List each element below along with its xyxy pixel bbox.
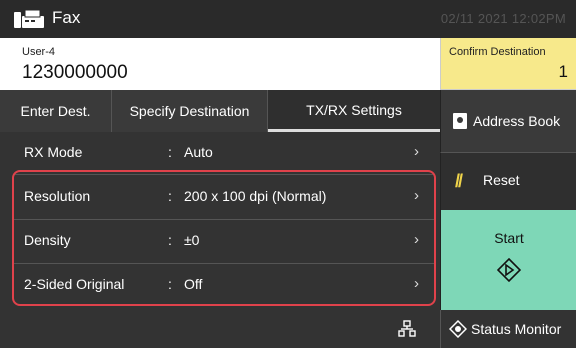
chevron-right-icon: ›: [414, 143, 419, 160]
status-monitor-button[interactable]: Status Monitor: [440, 310, 576, 348]
tab-specify-destination[interactable]: Specify Destination: [112, 90, 268, 132]
fax-icon: [14, 9, 44, 28]
start-button[interactable]: Start: [440, 210, 576, 310]
confirm-destination-label: Confirm Destination: [449, 46, 546, 58]
address-book-icon: [453, 113, 467, 129]
setting-label: RX Mode: [24, 144, 83, 160]
address-book-label: Address Book: [473, 113, 561, 129]
tab-enter-dest[interactable]: Enter Dest.: [0, 90, 112, 132]
datetime: 02/11 2021 12:02PM: [440, 11, 566, 26]
start-label: Start: [494, 230, 524, 246]
network-icon: [398, 320, 416, 337]
start-icon: [497, 258, 521, 282]
status-monitor-label: Status Monitor: [471, 321, 562, 337]
fax-number: 1230000000: [22, 62, 128, 83]
highlight-frame: [12, 170, 436, 306]
destination-count: 1: [558, 62, 568, 81]
user-label: User-4: [22, 46, 56, 58]
app-title: Fax: [52, 8, 81, 27]
reset-button[interactable]: // Reset: [440, 152, 576, 210]
address-book-button[interactable]: Address Book: [440, 90, 576, 152]
bottom-bar: Status Monitor: [0, 310, 576, 348]
tab-txrx-settings[interactable]: TX/RX Settings: [268, 90, 440, 132]
setting-value: Auto: [184, 144, 213, 160]
destination-panel[interactable]: User-4 1230000000: [0, 38, 440, 91]
reset-icon: //: [455, 171, 463, 191]
tab-bar: Enter Dest. Specify Destination TX/RX Se…: [0, 90, 440, 132]
reset-label: Reset: [483, 172, 520, 188]
status-monitor-icon: [449, 320, 467, 338]
top-bar: Fax 02/11 2021 12:02PM: [0, 0, 576, 38]
confirm-destination-button[interactable]: Confirm Destination 1: [440, 38, 576, 90]
setting-rx-mode[interactable]: RX Mode : Auto ›: [0, 132, 440, 174]
